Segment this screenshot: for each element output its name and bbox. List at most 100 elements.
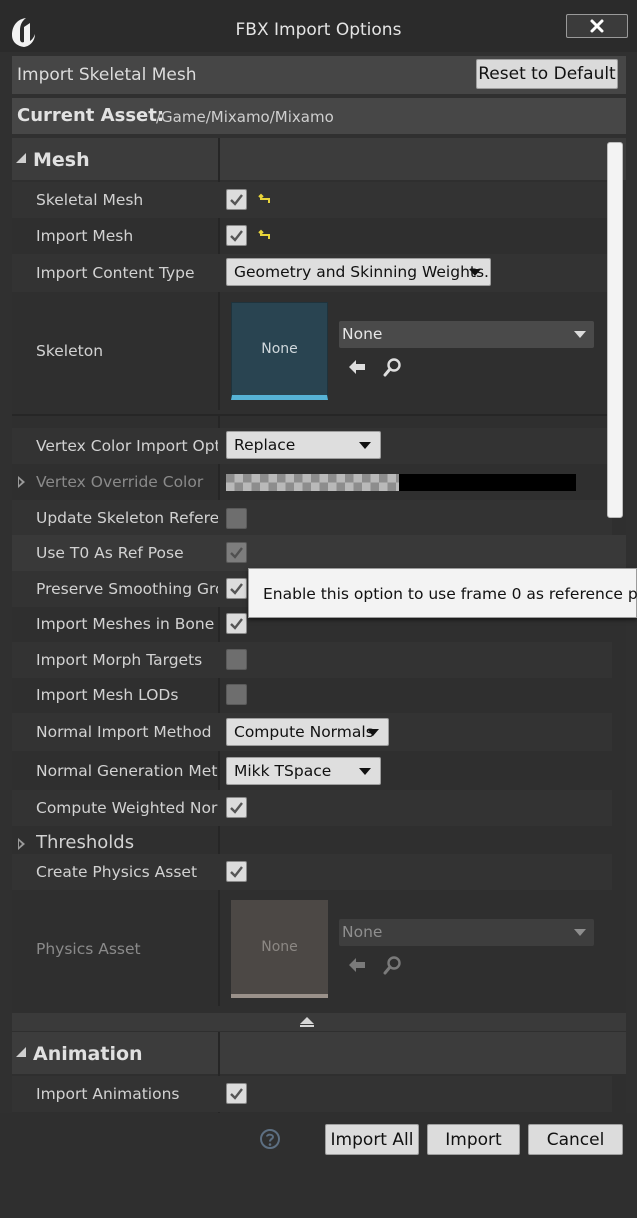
scrollbar-thumb[interactable]	[607, 142, 623, 518]
skeleton-thumbnail[interactable]: None	[231, 302, 328, 400]
normal-generation-method-label: Normal Generation Method	[36, 762, 218, 780]
chevron-down-icon	[574, 331, 586, 338]
reset-arrow-icon[interactable]	[258, 228, 272, 242]
checkmark-icon	[230, 866, 243, 878]
checkmark-icon	[230, 1088, 243, 1100]
row-import-morph-targets: Import Morph Targets	[12, 642, 612, 678]
import-content-type-value: Geometry and Skinning Weights.	[234, 263, 489, 281]
skeletal-mesh-checkbox[interactable]	[226, 189, 247, 210]
skeleton-asset-combo[interactable]: None	[339, 321, 594, 348]
checkmark-icon	[230, 230, 243, 242]
physics-asset-label: Physics Asset	[36, 940, 141, 958]
tooltip: Enable this option to use frame 0 as ref…	[248, 568, 637, 618]
cancel-button[interactable]: Cancel	[528, 1124, 623, 1155]
chevron-down-icon	[469, 269, 481, 276]
close-button[interactable]	[566, 14, 628, 38]
reset-to-default-button[interactable]: Reset to Default	[476, 59, 618, 89]
category-animation-header[interactable]: Animation	[12, 1032, 626, 1074]
color-value-bar	[399, 474, 576, 491]
magnifier-icon[interactable]	[382, 954, 404, 976]
import-content-type-label: Import Content Type	[36, 264, 195, 282]
vertex-color-import-dropdown[interactable]: Replace	[226, 431, 381, 459]
section-separator	[12, 414, 612, 416]
import-mesh-checkbox[interactable]	[226, 225, 247, 246]
row-compute-weighted-normals: Compute Weighted Normals	[12, 790, 612, 826]
preserve-smoothing-checkbox[interactable]	[226, 578, 247, 599]
use-t0-ref-pose-label: Use T0 As Ref Pose	[36, 544, 184, 562]
current-asset-bar: Current Asset: /Game/Mixamo/Mixamo	[12, 98, 626, 134]
alpha-checker	[226, 474, 399, 491]
compute-weighted-normals-label: Compute Weighted Normals	[36, 799, 218, 817]
import-mesh-label: Import Mesh	[36, 227, 134, 245]
vertex-color-import-label: Vertex Color Import Option	[36, 437, 218, 455]
normal-import-method-label: Normal Import Method	[36, 723, 212, 741]
checkmark-icon	[230, 583, 243, 595]
compute-weighted-normals-checkbox[interactable]	[226, 797, 247, 818]
arrow-left-icon[interactable]	[346, 954, 368, 976]
normal-import-method-dropdown[interactable]: Compute Normals	[226, 718, 389, 746]
checkmark-icon	[230, 547, 243, 559]
row-normal-import-method: Normal Import Method Compute Normals	[12, 713, 612, 751]
row-skeleton: Skeleton None None	[12, 294, 612, 408]
magnifier-icon[interactable]	[382, 356, 404, 378]
chevron-down-icon	[574, 929, 586, 936]
physics-asset-thumbnail[interactable]: None	[231, 900, 328, 998]
row-vertex-color-import: Vertex Color Import Option Replace	[12, 428, 612, 464]
vertex-override-color-label: Vertex Override Color	[36, 473, 204, 491]
window-title: FBX Import Options	[235, 20, 402, 40]
import-mesh-lods-checkbox[interactable]	[226, 684, 247, 705]
import-morph-targets-checkbox[interactable]	[226, 649, 247, 670]
update-skeleton-ref-checkbox[interactable]	[226, 508, 247, 529]
create-physics-asset-checkbox[interactable]	[226, 861, 247, 882]
row-import-mesh: Import Mesh	[12, 218, 612, 254]
category-mesh-header[interactable]: Mesh	[12, 138, 626, 180]
import-type-label: Import Skeletal Mesh	[17, 65, 197, 85]
row-import-animations: Import Animations	[12, 1076, 612, 1112]
row-import-mesh-lods: Import Mesh LODs	[12, 677, 612, 713]
import-bone-hierarchy-label: Import Meshes in Bone Hierarchy	[36, 615, 218, 633]
row-import-content-type: Import Content Type Geometry and Skinnin…	[12, 254, 612, 292]
reset-arrow-icon[interactable]	[258, 192, 272, 206]
row-use-t0-ref-pose: Use T0 As Ref Pose	[12, 535, 626, 571]
collapse-section-bar[interactable]	[12, 1013, 626, 1031]
physics-asset-combo[interactable]: None	[339, 919, 594, 946]
import-type-header: Import Skeletal Mesh Reset to Default	[12, 56, 626, 94]
normal-import-method-value: Compute Normals	[234, 723, 374, 741]
skeleton-thumbnail-text: None	[261, 341, 298, 357]
fbx-import-options-window: FBX Import Options Import Skeletal Mesh …	[0, 0, 637, 1218]
row-normal-generation-method: Normal Generation Method Mikk TSpace	[12, 752, 612, 790]
skeleton-asset-value: None	[342, 325, 383, 343]
title-bar[interactable]: FBX Import Options	[0, 0, 637, 52]
use-t0-ref-pose-checkbox[interactable]	[226, 542, 247, 563]
skeletal-mesh-label: Skeletal Mesh	[36, 191, 144, 209]
import-animations-checkbox[interactable]	[226, 1083, 247, 1104]
physics-asset-value: None	[342, 923, 383, 941]
vertex-override-color-swatch[interactable]	[226, 474, 576, 491]
import-button[interactable]: Import	[427, 1124, 520, 1155]
skeleton-label: Skeleton	[36, 342, 104, 360]
import-mesh-lods-label: Import Mesh LODs	[36, 686, 179, 704]
dialog-footer: Import All Import Cancel	[0, 1113, 637, 1218]
arrow-left-icon[interactable]	[346, 356, 368, 378]
chevron-down-icon	[359, 442, 371, 449]
collapse-triangle-icon	[16, 1047, 26, 1057]
category-animation-title: Animation	[33, 1043, 143, 1065]
row-skeletal-mesh: Skeletal Mesh	[12, 182, 612, 218]
update-skeleton-ref-label: Update Skeleton Reference Pose	[36, 509, 218, 527]
expand-arrow-icon[interactable]	[18, 838, 25, 850]
vertex-color-import-value: Replace	[234, 436, 296, 454]
expand-arrow-icon[interactable]	[18, 476, 25, 488]
current-asset-path: /Game/Mixamo/Mixamo	[156, 108, 334, 126]
normal-generation-method-dropdown[interactable]: Mikk TSpace	[226, 757, 381, 785]
close-icon	[590, 19, 604, 33]
import-bone-hierarchy-checkbox[interactable]	[226, 613, 247, 634]
import-content-type-dropdown[interactable]: Geometry and Skinning Weights.	[226, 258, 491, 286]
row-physics-asset: Physics Asset None None	[12, 892, 612, 1006]
preserve-smoothing-label: Preserve Smoothing Groups	[36, 580, 218, 598]
current-asset-label: Current Asset:	[17, 105, 165, 126]
help-icon[interactable]	[259, 1128, 281, 1150]
physics-asset-thumbnail-text: None	[261, 939, 298, 955]
import-all-button[interactable]: Import All	[325, 1124, 419, 1155]
chevron-down-icon	[359, 768, 371, 775]
checkmark-icon	[230, 802, 243, 814]
